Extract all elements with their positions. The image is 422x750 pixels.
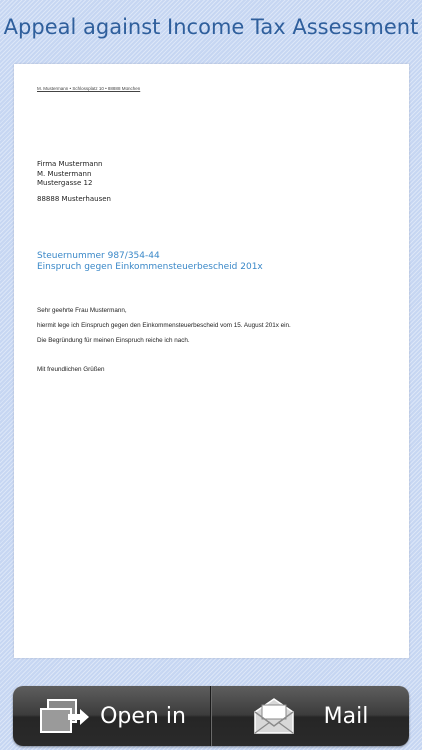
- open-in-label: Open in: [100, 703, 186, 729]
- page-title: Appeal against Income Tax Assessment: [3, 15, 419, 39]
- bottom-toolbar: Open in Mail: [13, 686, 409, 746]
- open-in-icon: [38, 696, 92, 736]
- letter-closing: Mit freundlichen Grüßen: [37, 366, 105, 373]
- open-in-button[interactable]: Open in: [13, 686, 211, 746]
- recipient-line-street: Mustergasse 12: [37, 179, 93, 187]
- recipient-line-company: Firma Mustermann: [37, 160, 103, 168]
- mail-button[interactable]: Mail: [211, 686, 409, 746]
- subject-line: Einspruch gegen Einkommensteuerbescheid …: [37, 262, 263, 272]
- sender-return-address: M. Mustermann • Schlossplatz 10 • 88888 …: [37, 86, 141, 91]
- recipient-line-city: 88888 Musterhausen: [37, 195, 111, 203]
- document-preview[interactable]: [14, 64, 409, 658]
- mail-label: Mail: [323, 703, 369, 729]
- recipient-line-name: M. Mustermann: [37, 170, 92, 178]
- letter-salutation: Sehr geehrte Frau Mustermann,: [37, 307, 127, 314]
- letter-body-line-2: Die Begründung für meinen Einspruch reic…: [37, 337, 190, 344]
- letter-body-line-1: hiermit lege ich Einspruch gegen den Ein…: [37, 322, 291, 329]
- mail-envelope-icon: [252, 696, 296, 736]
- subject-tax-number: Steuernummer 987/354-44: [37, 251, 160, 261]
